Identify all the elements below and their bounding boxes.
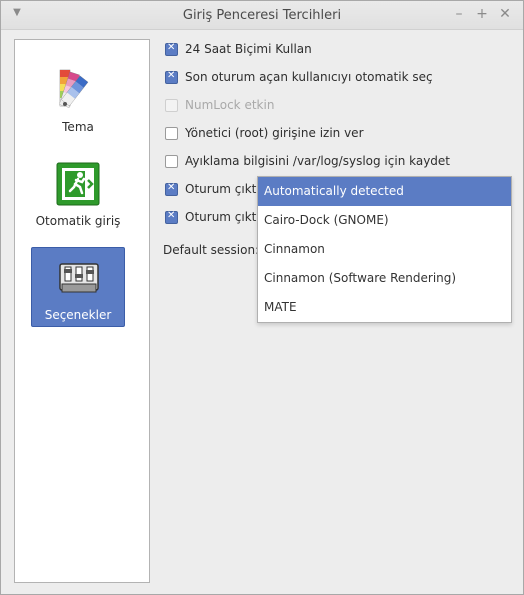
preferences-window: ▼ Giriş Penceresi Tercihleri – + ✕ Tema … [0,0,524,595]
checkbox[interactable] [165,127,178,140]
sidebar-item-secenekler[interactable]: Seçenekler [31,247,125,327]
window-title: Giriş Penceresi Tercihleri [182,8,342,23]
exit-door-icon [54,160,102,208]
default-session-label: Default session: [163,243,260,257]
sidebar-item-tema[interactable]: Tema [31,60,125,140]
option-label: 24 Saat Biçimi Kullan [185,42,312,56]
checkbox[interactable] [165,155,178,168]
sidebar-item-otomatik-giris[interactable]: Otomatik giriş [31,154,125,234]
dropdown-option[interactable]: Cairo-Dock (GNOME) [258,206,511,235]
option-label: Son oturum açan kullanıcıyı otomatik seç [185,70,433,84]
dropdown-option[interactable]: Cinnamon [258,235,511,264]
color-palette-icon [54,66,102,114]
dropdown-option[interactable]: Automatically detected [258,177,511,206]
checkbox[interactable] [165,210,178,224]
maximize-button[interactable]: + [474,6,490,22]
settings-panel-icon [55,254,103,302]
title-bar[interactable]: ▼ Giriş Penceresi Tercihleri – + ✕ [1,1,523,30]
option-label: Ayıklama bilgisini /var/log/syslog için … [185,154,451,168]
sidebar-item-label: Seçenekler [44,308,112,322]
option-label: Yönetici (root) girişine izin ver [185,126,364,140]
default-session-dropdown[interactable]: Automatically detected Cairo-Dock (GNOME… [257,176,512,323]
checkbox[interactable] [165,182,178,196]
checkbox[interactable] [165,70,178,84]
sidebar-item-label: Tema [62,120,94,134]
dropdown-option[interactable]: MATE [258,293,511,322]
minimize-button[interactable]: – [451,6,467,22]
checkbox [165,99,178,112]
close-button[interactable]: ✕ [497,6,513,22]
checkbox[interactable] [165,42,178,56]
sidebar-item-label: Otomatik giriş [35,214,121,228]
dropdown-option[interactable]: Cinnamon (Software Rendering) [258,264,511,293]
option-label: NumLock etkin [185,98,275,112]
sidebar: Tema Otomatik giriş Seçenekler [14,39,150,583]
